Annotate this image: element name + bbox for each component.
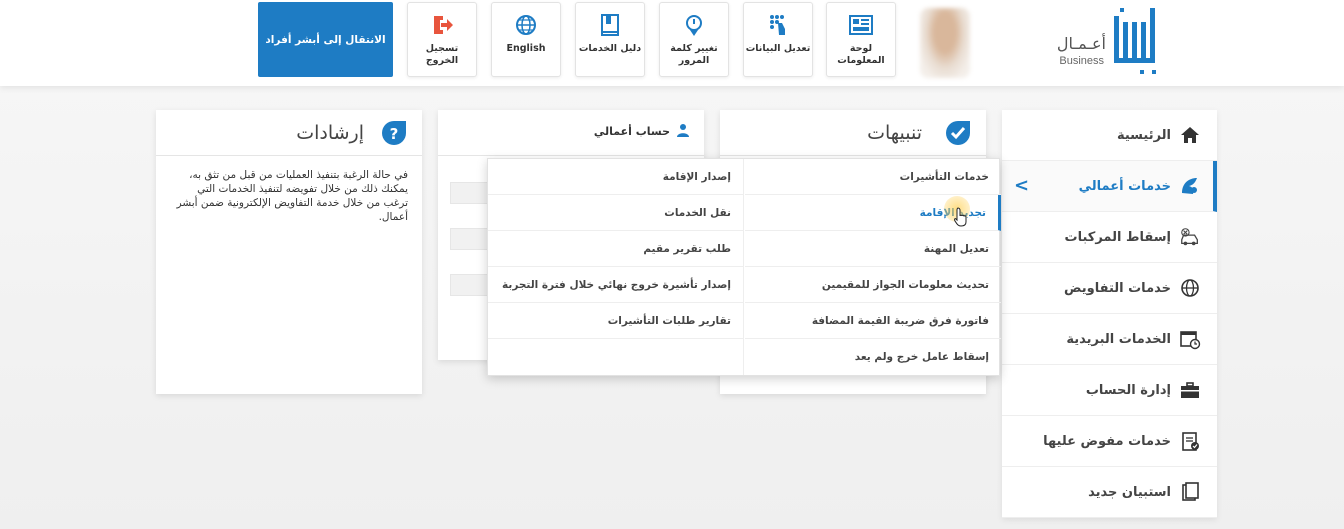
guidance-panel: ? إرشادات في حالة الرغبة بتنفيذ العمليات… [156,110,422,394]
check-badge-icon [946,121,970,145]
menu-item-visa-reports[interactable]: تقارير طلبات التأشيرات [488,303,743,339]
my-account-title: حساب أعمالي [593,125,670,138]
user-icon [677,124,689,137]
guidance-title: إرشادات [296,122,364,144]
sidebar-item-delegated-services[interactable]: خدمات مفوض عليها [1002,416,1217,467]
help-icon: ? [382,121,406,145]
chevron-left-icon: < [1014,175,1030,196]
tile-label: تعديل البيانات [745,43,811,54]
absher-individuals-button[interactable]: الانتقال إلى أبشر أفراد [258,2,393,77]
svg-text:?: ? [390,125,399,143]
sidebar-item-delegation-services[interactable]: خدمات التفاويض [1002,263,1217,314]
sidebar-item-vehicle-drop[interactable]: إسقاط المركبات [1002,212,1217,263]
tile-logout[interactable]: تسجيل الخروج [407,2,477,77]
tile-label: English [506,43,546,54]
tile-language[interactable]: English [491,2,561,77]
menu-item-update-passport[interactable]: تحديث معلومات الجواز للمقيمين [745,267,1001,303]
panel-header: حساب أعمالي [438,110,704,156]
dropdown-column-left: إصدار الإقامة نقل الخدمات طلب تقرير مقيم… [488,159,744,375]
menu-item-final-exit-visa[interactable]: إصدار تأشيرة خروج نهائي خلال فترة التجرب… [488,267,743,303]
panel-header: تنبيهات [720,110,986,156]
tile-label: لوحة المعلومات [837,43,885,66]
tile-label: تغيير كلمة المرور [670,43,718,66]
services-dropdown: خدمات التأشيرات تجديد الإقامة تعديل المه… [487,158,1001,376]
sidebar-item-label: استبيان جديد [1088,484,1171,500]
menu-item-drop-worker[interactable]: إسقاط عامل خرج ولم يعد [745,339,1001,375]
alerts-title: تنبيهات [867,122,922,144]
lock-icon [686,15,702,36]
sidebar-item-label: خدمات أعمالي [1078,178,1171,194]
menu-item-visa-services[interactable]: خدمات التأشيرات [745,159,1001,195]
hand-cursor-icon [954,207,967,227]
globe-icon [1179,277,1201,299]
services-icon [1179,175,1201,197]
sidebar-item-new-survey[interactable]: استبيان جديد [1002,467,1217,518]
menu-item-resident-report[interactable]: طلب تقرير مقيم [488,231,743,267]
avatar[interactable] [920,8,970,78]
tile-label: دليل الخدمات [578,43,642,54]
sidebar-item-label: الخدمات البريدية [1066,331,1171,347]
clipboard-icon [1179,430,1201,452]
book-icon [601,14,619,36]
logout-icon [434,16,453,34]
tile-dashboard[interactable]: لوحة المعلومات [826,2,896,77]
menu-item-issue-iqama[interactable]: إصدار الإقامة [488,159,743,195]
sidebar: الرئيسية < خدمات أعمالي إسقاط المركبات خ… [1002,110,1217,518]
placeholder-bar [450,182,490,204]
survey-icon [1179,481,1201,503]
sidebar-item-account-management[interactable]: إدارة الحساب [1002,365,1217,416]
menu-item-vat-invoice[interactable]: فاتورة فرق ضريبة القيمة المضافة [745,303,1001,339]
guidance-text: في حالة الرغبة بتنفيذ العمليات من قبل من… [176,169,408,223]
tile-edit-data[interactable]: تعديل البيانات [743,2,813,77]
sidebar-item-label: الرئيسية [1116,127,1171,143]
calendar-icon [1179,328,1201,350]
home-icon [1179,124,1201,146]
sidebar-item-label: إسقاط المركبات [1064,229,1171,245]
top-header: أعـمـال Business لوحة المعلومات تعديل ال… [0,0,1344,86]
placeholder-bar [450,228,490,250]
logo-name: أعـمـال [1056,34,1106,53]
placeholder-bar [450,274,490,296]
dropdown-column-right: خدمات التأشيرات تجديد الإقامة تعديل المه… [745,159,1001,375]
fingerprint-icon [770,15,785,35]
car-drop-icon [1179,226,1201,248]
sidebar-item-my-services[interactable]: < خدمات أعمالي [1002,161,1217,212]
panel-header: ? إرشادات [156,110,422,156]
globe-icon [516,15,536,35]
tile-label: تسجيل الخروج [425,43,459,66]
sidebar-item-postal-services[interactable]: الخدمات البريدية [1002,314,1217,365]
briefcase-icon [1179,379,1201,401]
tile-services-guide[interactable]: دليل الخدمات [575,2,645,77]
tile-change-password[interactable]: تغيير كلمة المرور [659,2,729,77]
menu-item-change-profession[interactable]: تعديل المهنة [745,231,1001,267]
sidebar-item-home[interactable]: الرئيسية [1002,110,1217,161]
logo-sub: Business [1059,55,1104,67]
sidebar-item-label: خدمات التفاويض [1064,280,1171,296]
sidebar-item-label: إدارة الحساب [1085,382,1171,398]
menu-item-transfer-services[interactable]: نقل الخدمات [488,195,743,231]
sidebar-item-label: خدمات مفوض عليها [1043,433,1171,449]
dashboard-icon [849,15,873,35]
